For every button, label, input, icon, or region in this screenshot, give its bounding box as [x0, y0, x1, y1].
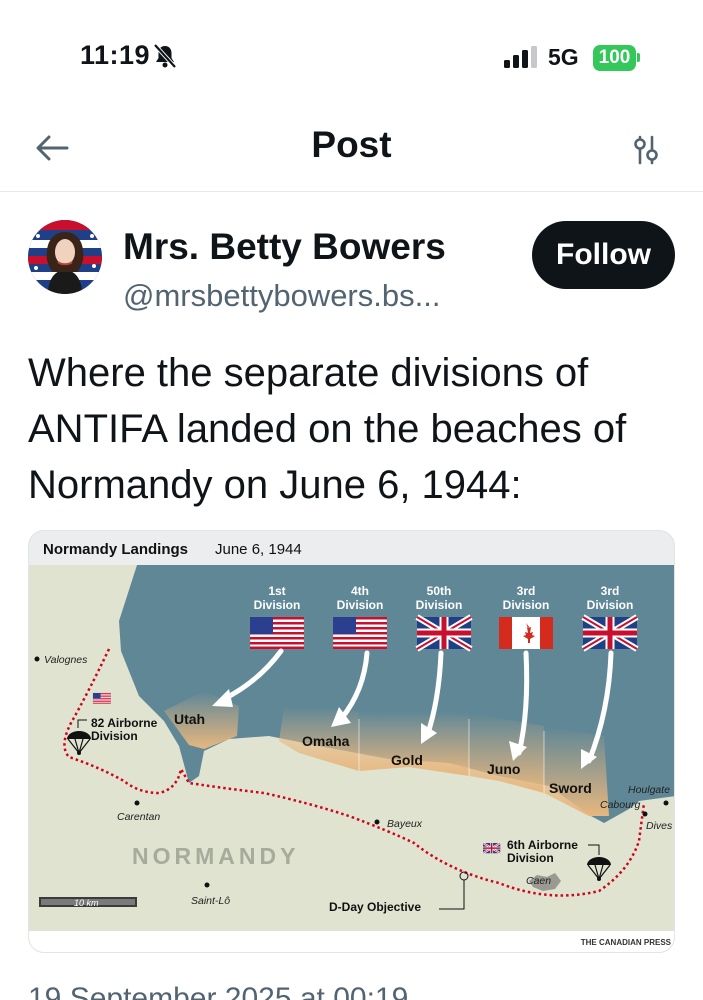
division-label: Division [503, 598, 550, 612]
division-label: Division [587, 598, 634, 612]
region-label: NORMANDY [132, 843, 299, 869]
town-cabourg: Cabourg [600, 799, 640, 811]
map-credit: THE CANADIAN PRESS [581, 938, 672, 947]
page-title: Post [311, 124, 392, 165]
division-label: Division [254, 598, 301, 612]
beach-label-utah: Utah [174, 711, 205, 727]
us-flag-icon [249, 616, 305, 650]
author-handle[interactable]: @mrsbettybowers.bs... [123, 278, 440, 314]
status-time: 11:19 [80, 40, 151, 70]
beach-label-omaha: Omaha [302, 733, 350, 749]
uk-flag-icon [583, 617, 637, 649]
scale-label: 10 km [74, 898, 99, 908]
silent-bell-icon [152, 43, 178, 74]
author-name[interactable]: Mrs. Betty Bowers [123, 226, 446, 268]
follow-button[interactable]: Follow [532, 221, 675, 289]
division-number: 3rd [517, 584, 536, 598]
nav-bar: Post [0, 100, 703, 192]
map-title: Normandy Landings [43, 541, 188, 558]
battery-cap [637, 53, 640, 62]
us-flag-icon [92, 692, 111, 704]
town-valognes: Valognes [44, 654, 88, 666]
airborne-6th-line1: 6th Airborne [507, 838, 578, 852]
status-bar: 11:19 5G 100 [0, 0, 703, 100]
signal-bars-icon [504, 46, 540, 73]
beach-label-sword: Sword [549, 780, 592, 796]
beach-label-juno: Juno [487, 761, 520, 777]
airborne-82-line2: Division [91, 729, 138, 743]
battery-icon: 100 [593, 45, 636, 71]
town-dives: Dives [646, 820, 673, 832]
post-text: Where the separate divisions of ANTIFA l… [28, 351, 627, 507]
uk-flag-icon [481, 841, 502, 855]
network-type: 5G [548, 44, 579, 70]
sliders-icon[interactable] [626, 130, 666, 170]
town-bayeux: Bayeux [387, 818, 423, 830]
uk-flag-icon [417, 617, 471, 649]
town-caen: Caen [526, 875, 551, 887]
division-number: 4th [351, 584, 369, 598]
division-label: Division [416, 598, 463, 612]
avatar[interactable] [28, 220, 102, 294]
division-number: 3rd [601, 584, 620, 598]
airborne-6th-line2: Division [507, 851, 554, 865]
town-carentan: Carentan [117, 811, 160, 823]
us-flag-icon [332, 616, 388, 650]
town-saint-lo: Saint-Lô [191, 895, 230, 907]
town-houlgate: Houlgate [628, 784, 670, 796]
post-image[interactable]: Normandy Landings June 6, 1944 1st Divis… [28, 530, 675, 953]
airborne-82-line1: 82 Airborne [91, 716, 158, 730]
canada-flag-icon [499, 617, 553, 649]
division-number: 50th [427, 584, 452, 598]
division-label: Division [337, 598, 384, 612]
beach-label-gold: Gold [391, 752, 423, 768]
division-number: 1st [268, 584, 285, 598]
objective-label: D-Day Objective [329, 900, 421, 914]
map-date: June 6, 1944 [215, 541, 302, 558]
post-timestamp: 19 September 2025 at 00:19 [28, 982, 409, 1000]
